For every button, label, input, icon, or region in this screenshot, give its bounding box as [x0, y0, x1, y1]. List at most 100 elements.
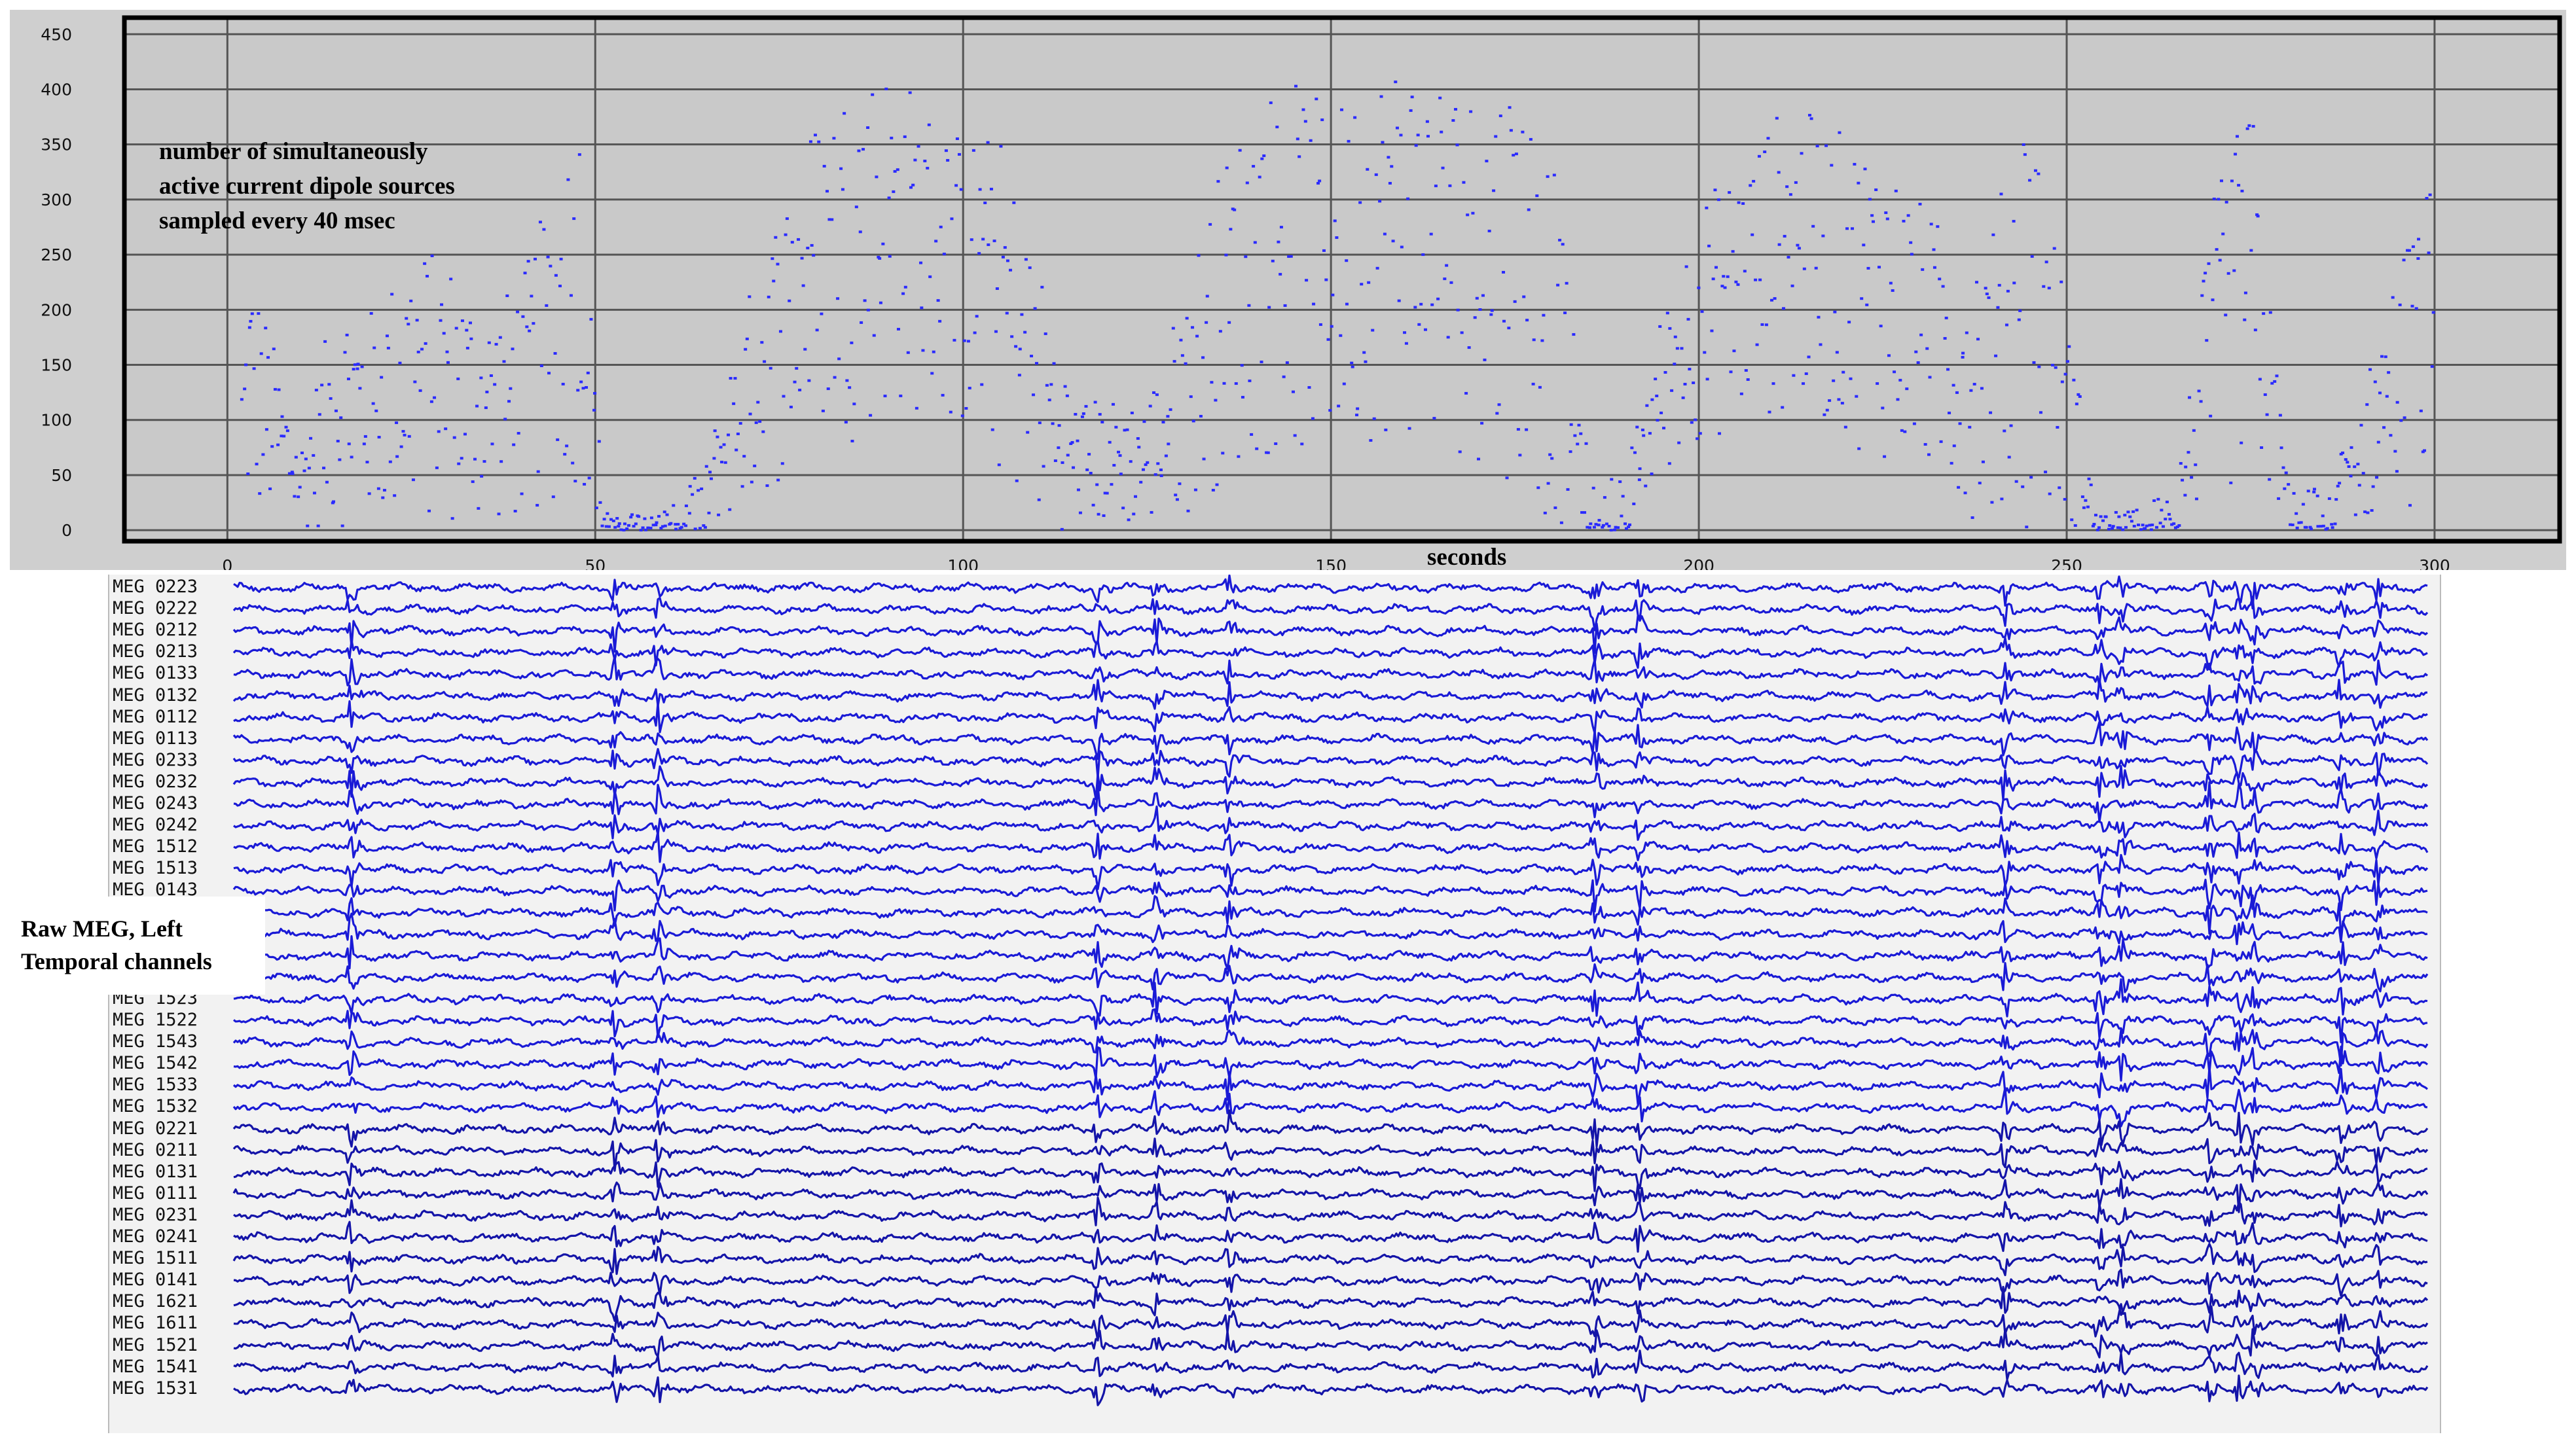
data-point	[2145, 524, 2149, 527]
x-tick-label: 300	[2419, 556, 2450, 570]
channel-label: MEG 0222	[113, 598, 198, 619]
x-tick-label: 50	[585, 556, 606, 570]
data-point	[2260, 446, 2264, 449]
data-point	[1125, 428, 1129, 431]
data-point	[2359, 423, 2363, 427]
data-point	[1536, 486, 1540, 490]
data-point	[1076, 488, 1080, 491]
data-point	[938, 319, 942, 323]
data-point	[2347, 465, 2351, 468]
data-point	[2422, 449, 2426, 452]
data-point	[2078, 395, 2082, 399]
data-point	[1137, 446, 1141, 449]
data-point	[1351, 365, 1354, 368]
data-point	[1961, 351, 1965, 355]
data-point	[2000, 497, 2004, 501]
data-point	[1146, 461, 1150, 464]
data-point	[704, 465, 708, 468]
data-point	[2197, 389, 2201, 393]
data-point	[1291, 390, 1295, 393]
data-point	[2226, 272, 2230, 275]
data-point	[1179, 338, 1183, 342]
data-point	[617, 522, 621, 526]
data-point	[788, 299, 791, 302]
data-point	[2202, 279, 2205, 283]
data-point	[1838, 131, 1841, 134]
data-point	[316, 524, 320, 527]
data-point	[1003, 246, 1007, 249]
data-point	[1565, 281, 1569, 285]
data-point	[1927, 453, 1931, 456]
data-point	[657, 514, 661, 518]
data-point	[1760, 323, 1764, 326]
data-point	[1337, 404, 1341, 408]
data-point	[1038, 421, 1042, 425]
data-point	[566, 178, 570, 181]
data-point	[1112, 463, 1116, 467]
data-point	[433, 396, 437, 399]
data-point	[815, 329, 819, 332]
data-point	[1347, 139, 1351, 143]
data-point	[957, 152, 961, 156]
data-point	[807, 379, 811, 382]
data-point	[2224, 200, 2228, 204]
data-point	[407, 435, 411, 438]
data-point	[1315, 98, 1318, 101]
data-point	[2387, 371, 2391, 374]
data-point	[329, 397, 333, 400]
data-point	[2033, 169, 2037, 172]
data-point	[2232, 269, 2236, 272]
data-point	[1169, 408, 1172, 411]
data-point	[572, 217, 576, 221]
data-point	[1757, 154, 1761, 158]
data-point	[1938, 277, 1942, 281]
data-point	[294, 455, 298, 459]
data-point	[1489, 313, 1493, 316]
data-point	[1984, 287, 1987, 290]
data-point	[2363, 510, 2367, 514]
data-point	[1941, 285, 1945, 288]
data-point	[2384, 355, 2387, 359]
data-point	[1467, 346, 1471, 349]
data-point	[2152, 499, 2156, 503]
data-point	[291, 472, 295, 475]
data-point	[312, 491, 316, 495]
data-point	[1274, 442, 1278, 446]
data-point	[2304, 526, 2308, 529]
data-point	[532, 322, 535, 325]
data-point	[2344, 458, 2348, 461]
raw-meg-title: Raw MEG, Left Temporal channels	[7, 897, 265, 995]
data-point	[1216, 180, 1220, 183]
data-point	[1703, 351, 1707, 354]
data-point	[2353, 465, 2357, 469]
data-point	[525, 325, 529, 329]
x-tick-label: 200	[1683, 556, 1714, 570]
data-point	[1399, 134, 1403, 137]
data-point	[420, 347, 424, 351]
data-point	[1558, 238, 1562, 241]
channel-label: MEG 0211	[113, 1139, 198, 1160]
y-tick-label: 350	[41, 135, 72, 154]
data-point	[1764, 323, 1768, 327]
data-point	[1755, 343, 1759, 346]
data-point	[934, 240, 938, 243]
data-point	[1014, 345, 1018, 348]
data-point	[2183, 493, 2187, 497]
data-point	[1642, 434, 1646, 437]
data-point	[2132, 510, 2135, 513]
data-point	[243, 387, 247, 391]
data-point	[1696, 437, 1699, 440]
data-point	[429, 400, 433, 403]
data-point	[2283, 487, 2287, 490]
data-point	[452, 436, 456, 439]
data-point	[393, 494, 397, 497]
data-point	[2312, 488, 2316, 491]
data-point	[778, 330, 782, 333]
data-point	[2124, 526, 2128, 529]
data-point	[2361, 472, 2365, 475]
data-point	[1171, 327, 1175, 330]
data-point	[987, 243, 990, 246]
data-point	[1345, 302, 1349, 306]
data-point	[2123, 514, 2127, 517]
data-point	[2003, 429, 2006, 433]
